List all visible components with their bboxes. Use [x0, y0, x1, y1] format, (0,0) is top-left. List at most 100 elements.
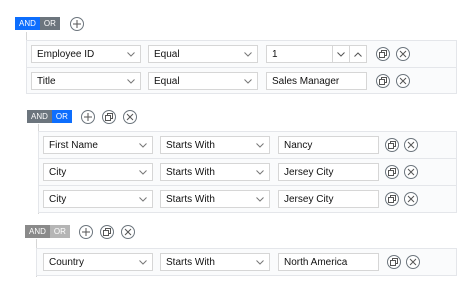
value-input[interactable]: Nancy — [278, 136, 379, 154]
chevron-down-icon — [138, 195, 147, 204]
operator-select[interactable]: Equal — [148, 72, 258, 90]
chevron-down-icon — [126, 50, 135, 59]
chevron-down-icon — [138, 141, 147, 150]
delete-rule-button[interactable] — [406, 255, 420, 269]
clone-rule-button[interactable] — [385, 165, 399, 179]
rule-row: First Name Starts With Nancy — [39, 132, 456, 159]
or-button[interactable]: OR — [39, 17, 60, 30]
delete-group-button[interactable] — [123, 110, 137, 124]
or-button[interactable]: OR — [49, 225, 70, 238]
rule-group-3: Country Starts With North America — [36, 248, 457, 276]
value-text: 1 — [272, 48, 278, 60]
value-text: Sales Manager — [272, 75, 340, 87]
add-condition-button[interactable] — [81, 110, 95, 124]
rule-row: Employee ID Equal 1 — [27, 41, 456, 68]
operator-select[interactable]: Starts With — [160, 136, 270, 154]
clone-group-button[interactable] — [102, 110, 116, 124]
chevron-down-icon — [243, 77, 252, 86]
delete-icon — [407, 141, 415, 149]
add-icon — [82, 228, 90, 236]
and-button[interactable]: AND — [15, 17, 40, 30]
operator-select[interactable]: Equal — [148, 45, 258, 63]
value-text: North America — [284, 256, 348, 268]
add-condition-button[interactable] — [70, 17, 84, 31]
operator-value: Equal — [154, 75, 180, 87]
delete-icon — [126, 113, 134, 121]
operator-value: Equal — [154, 48, 180, 60]
field-select[interactable]: Country — [43, 253, 153, 271]
delete-rule-button[interactable] — [404, 192, 418, 206]
clone-rule-button[interactable] — [376, 47, 390, 61]
field-select[interactable]: Employee ID — [31, 45, 141, 63]
clone-icon — [388, 195, 396, 203]
clone-icon — [390, 258, 398, 266]
and-button[interactable]: AND — [25, 225, 50, 238]
clone-rule-button[interactable] — [376, 74, 390, 88]
delete-rule-button[interactable] — [404, 138, 418, 152]
rule-group-1: Employee ID Equal 1 Title Equal Sales Ma… — [26, 40, 457, 94]
delete-icon — [399, 77, 407, 85]
rule-row: City Starts With Jersey City — [39, 159, 456, 186]
clone-icon — [388, 141, 396, 149]
field-select[interactable]: City — [43, 163, 153, 181]
chevron-down-icon — [255, 195, 264, 204]
chevron-down-icon — [138, 258, 147, 267]
chevron-down-icon — [243, 50, 252, 59]
delete-group-button[interactable] — [121, 225, 135, 239]
and-button[interactable]: AND — [27, 110, 52, 123]
delete-rule-button[interactable] — [404, 165, 418, 179]
field-select[interactable]: City — [43, 190, 153, 208]
field-select[interactable]: First Name — [43, 136, 153, 154]
chevron-down-icon — [255, 168, 264, 177]
field-value: Employee ID — [37, 48, 95, 60]
and-or-toggle[interactable]: AND OR — [15, 17, 60, 30]
clone-group-button[interactable] — [100, 225, 114, 239]
clone-rule-button[interactable] — [385, 192, 399, 206]
add-icon — [84, 113, 92, 121]
clone-icon — [379, 77, 387, 85]
value-input[interactable]: Sales Manager — [266, 72, 367, 90]
add-icon — [73, 20, 81, 28]
delete-icon — [407, 168, 415, 176]
field-select[interactable]: Title — [31, 72, 141, 90]
add-condition-button[interactable] — [79, 225, 93, 239]
rule-group-2: First Name Starts With Nancy City Starts… — [38, 131, 457, 213]
or-button[interactable]: OR — [51, 110, 72, 123]
field-value: Title — [37, 75, 56, 87]
field-value: Country — [49, 256, 85, 268]
field-value: First Name — [49, 139, 98, 151]
chevron-down-icon — [255, 141, 264, 150]
clone-icon — [388, 168, 396, 176]
value-numeric-input[interactable]: 1 — [266, 45, 367, 63]
clone-rule-button[interactable] — [387, 255, 401, 269]
field-value: City — [49, 166, 67, 178]
chevron-down-icon — [126, 77, 135, 86]
and-or-toggle[interactable]: AND OR — [27, 110, 72, 123]
operator-value: Starts With — [166, 166, 215, 178]
operator-value: Starts With — [166, 139, 215, 151]
operator-value: Starts With — [166, 193, 215, 205]
chevron-down-icon — [255, 258, 264, 267]
operator-select[interactable]: Starts With — [160, 190, 270, 208]
operator-select[interactable]: Starts With — [160, 163, 270, 181]
decrement-button[interactable] — [332, 45, 349, 63]
delete-icon — [409, 258, 417, 266]
value-input[interactable]: Jersey City — [278, 190, 379, 208]
rule-row: City Starts With Jersey City — [39, 186, 456, 213]
chevron-up-icon — [354, 51, 362, 57]
rule-row: Title Equal Sales Manager — [27, 68, 456, 95]
clone-icon — [103, 228, 111, 236]
value-input[interactable]: Jersey City — [278, 163, 379, 181]
field-value: City — [49, 193, 67, 205]
increment-button[interactable] — [349, 45, 366, 63]
delete-rule-button[interactable] — [396, 47, 410, 61]
and-or-toggle[interactable]: AND OR — [25, 225, 70, 238]
clone-icon — [105, 113, 113, 121]
clone-icon — [379, 50, 387, 58]
clone-rule-button[interactable] — [385, 138, 399, 152]
operator-select[interactable]: Starts With — [160, 253, 270, 271]
value-input[interactable]: North America — [278, 253, 379, 271]
value-text: Jersey City — [284, 193, 334, 205]
delete-rule-button[interactable] — [396, 74, 410, 88]
operator-value: Starts With — [166, 256, 215, 268]
